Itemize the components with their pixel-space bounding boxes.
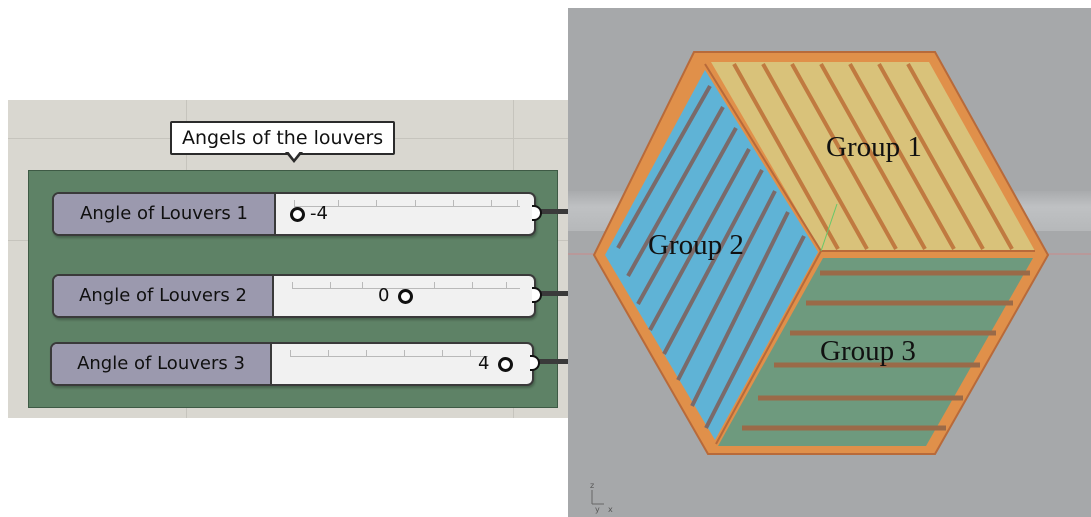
track-tick bbox=[290, 350, 291, 357]
track-tick bbox=[328, 350, 329, 357]
track-tick bbox=[453, 200, 454, 207]
track-tick bbox=[404, 350, 405, 357]
number-slider-2[interactable]: Angle of Louvers 2 0 bbox=[52, 274, 536, 318]
track-tick bbox=[434, 282, 435, 289]
track-tick bbox=[472, 282, 473, 289]
connection-wire bbox=[538, 359, 568, 364]
track-tick bbox=[366, 350, 367, 357]
axis-icon: z y x bbox=[590, 481, 613, 514]
group-label[interactable]: Angels of the louvers bbox=[170, 121, 396, 155]
slider-3-track[interactable]: 4 bbox=[272, 344, 532, 384]
slider-3-value: 4 bbox=[478, 353, 490, 374]
group-2-label: Group 2 bbox=[648, 229, 744, 261]
track-tick bbox=[491, 200, 492, 207]
group-1-label: Group 1 bbox=[826, 131, 922, 163]
slider-2-track[interactable]: 0 bbox=[274, 276, 534, 316]
track-tick bbox=[362, 282, 363, 289]
group-3-label: Group 3 bbox=[820, 335, 916, 367]
rhino-viewport[interactable]: Group 1 Group 2 Group 3 z y x bbox=[568, 8, 1091, 517]
hexagon-model: Group 1 Group 2 Group 3 z y x bbox=[568, 51, 1091, 514]
group-label-pointer bbox=[285, 150, 303, 163]
track-tick bbox=[517, 200, 518, 207]
slider-1-label: Angle of Louvers 1 bbox=[54, 194, 276, 234]
track-tick bbox=[294, 200, 295, 207]
track-tick bbox=[506, 282, 507, 289]
track-tick bbox=[292, 282, 293, 289]
slider-3-label: Angle of Louvers 3 bbox=[52, 344, 272, 384]
track-tick bbox=[330, 282, 331, 289]
axis-x-label: x bbox=[608, 505, 613, 514]
number-slider-3[interactable]: Angle of Louvers 3 4 bbox=[50, 342, 534, 386]
track-tick bbox=[470, 350, 471, 357]
slider-1-value: -4 bbox=[310, 203, 328, 224]
slider-1-track[interactable]: -4 bbox=[276, 194, 534, 234]
axis-z-label: z bbox=[590, 481, 594, 490]
track-tick bbox=[442, 350, 443, 357]
track-tick bbox=[376, 200, 377, 207]
track-tick bbox=[338, 200, 339, 207]
slider-2-grip[interactable] bbox=[398, 289, 413, 304]
axis-y-label: y bbox=[595, 505, 600, 514]
number-slider-1[interactable]: Angle of Louvers 1 -4 bbox=[52, 192, 536, 236]
track-tick bbox=[415, 200, 416, 207]
slider-1-grip[interactable] bbox=[290, 207, 305, 222]
slider-2-value: 0 bbox=[378, 285, 390, 306]
slider-2-label: Angle of Louvers 2 bbox=[54, 276, 274, 316]
connection-wire bbox=[540, 291, 568, 296]
connection-wire bbox=[540, 209, 568, 214]
slider-3-grip[interactable] bbox=[498, 357, 513, 372]
track-line bbox=[290, 356, 488, 357]
